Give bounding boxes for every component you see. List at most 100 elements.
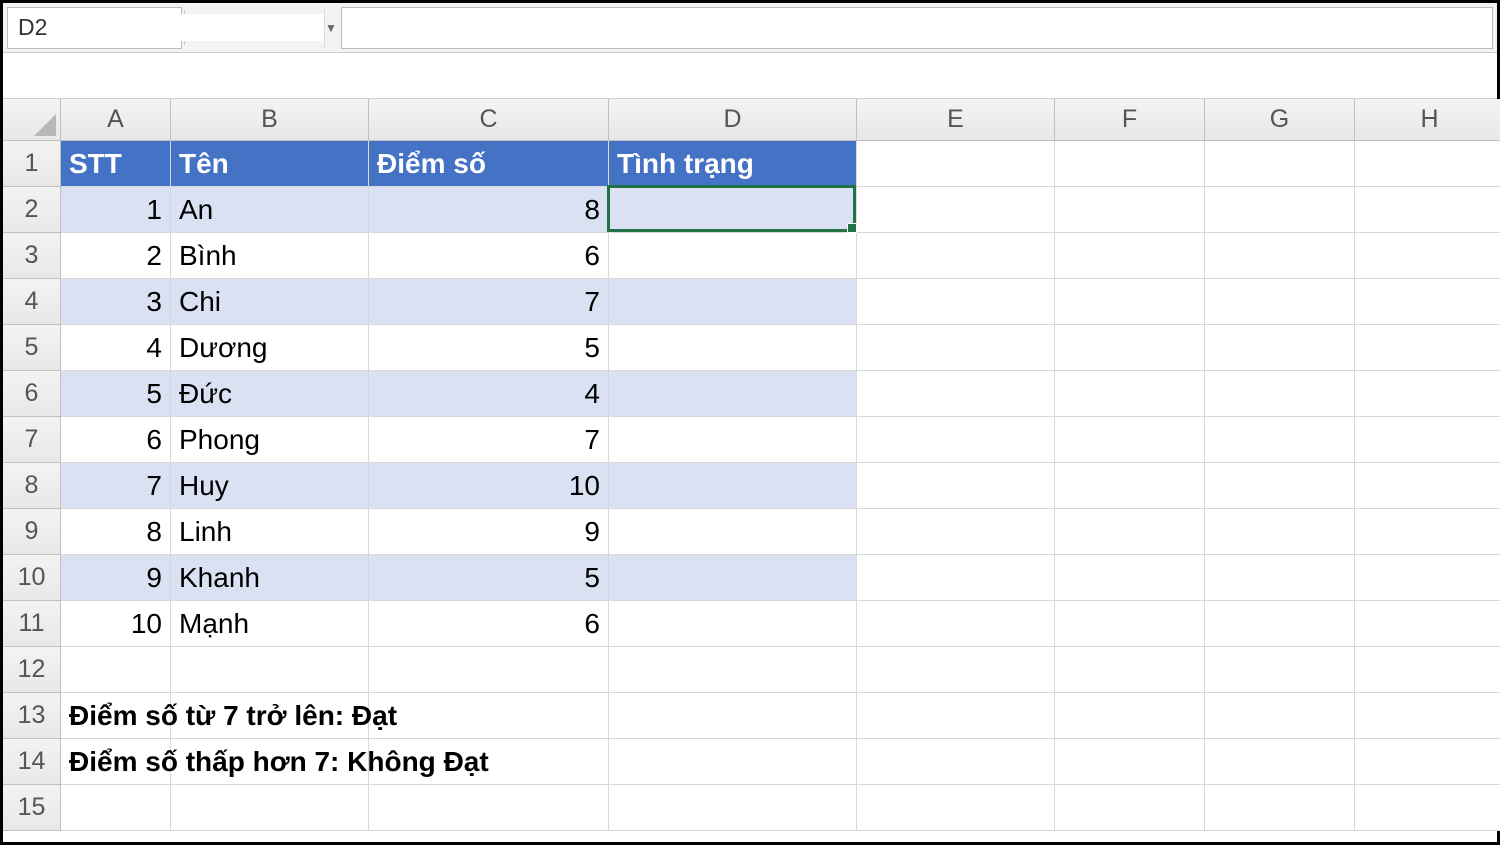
cell-D5[interactable] xyxy=(609,325,857,371)
name-box-wrap[interactable]: ▼ xyxy=(7,7,182,49)
cell-D12[interactable] xyxy=(609,647,857,693)
cell-E6[interactable] xyxy=(857,371,1055,417)
cell-A5[interactable]: 4 xyxy=(61,325,171,371)
cell-F6[interactable] xyxy=(1055,371,1205,417)
row-header-10[interactable]: 10 xyxy=(3,555,61,601)
cell-G2[interactable] xyxy=(1205,187,1355,233)
cell-G11[interactable] xyxy=(1205,601,1355,647)
cell-D13[interactable] xyxy=(609,693,857,739)
cell-B1[interactable]: Tên xyxy=(171,141,369,187)
cell-F10[interactable] xyxy=(1055,555,1205,601)
cell-A2[interactable]: 1 xyxy=(61,187,171,233)
cell-B4[interactable]: Chi xyxy=(171,279,369,325)
row-header-14[interactable]: 14 xyxy=(3,739,61,785)
row-header-13[interactable]: 13 xyxy=(3,693,61,739)
row-header-3[interactable]: 3 xyxy=(3,233,61,279)
cell-D4[interactable] xyxy=(609,279,857,325)
cell-F1[interactable] xyxy=(1055,141,1205,187)
cell-G15[interactable] xyxy=(1205,785,1355,831)
cell-E9[interactable] xyxy=(857,509,1055,555)
cell-B10[interactable]: Khanh xyxy=(171,555,369,601)
name-box-dropdown[interactable]: ▼ xyxy=(324,8,337,48)
cell-A13[interactable]: Điểm số từ 7 trở lên: Đạt xyxy=(61,693,171,739)
cell-A11[interactable]: 10 xyxy=(61,601,171,647)
cell-H4[interactable] xyxy=(1355,279,1500,325)
cell-H9[interactable] xyxy=(1355,509,1500,555)
column-header-D[interactable]: D xyxy=(609,99,857,141)
cell-D3[interactable] xyxy=(609,233,857,279)
cell-C8[interactable]: 10 xyxy=(369,463,609,509)
cell-E13[interactable] xyxy=(857,693,1055,739)
cell-C4[interactable]: 7 xyxy=(369,279,609,325)
cell-E2[interactable] xyxy=(857,187,1055,233)
cell-D7[interactable] xyxy=(609,417,857,463)
cell-E14[interactable] xyxy=(857,739,1055,785)
cell-E15[interactable] xyxy=(857,785,1055,831)
cell-D15[interactable] xyxy=(609,785,857,831)
cell-D10[interactable] xyxy=(609,555,857,601)
cell-B12[interactable] xyxy=(171,647,369,693)
cell-B15[interactable] xyxy=(171,785,369,831)
cell-A7[interactable]: 6 xyxy=(61,417,171,463)
cell-F12[interactable] xyxy=(1055,647,1205,693)
cell-C10[interactable]: 5 xyxy=(369,555,609,601)
cell-H5[interactable] xyxy=(1355,325,1500,371)
cell-B5[interactable]: Dương xyxy=(171,325,369,371)
row-header-9[interactable]: 9 xyxy=(3,509,61,555)
cell-G9[interactable] xyxy=(1205,509,1355,555)
cell-F5[interactable] xyxy=(1055,325,1205,371)
cell-F13[interactable] xyxy=(1055,693,1205,739)
cell-D14[interactable] xyxy=(609,739,857,785)
cell-A10[interactable]: 9 xyxy=(61,555,171,601)
cell-D6[interactable] xyxy=(609,371,857,417)
cell-F9[interactable] xyxy=(1055,509,1205,555)
column-header-F[interactable]: F xyxy=(1055,99,1205,141)
cell-A14[interactable]: Điểm số thấp hơn 7: Không Đạt xyxy=(61,739,171,785)
cell-F2[interactable] xyxy=(1055,187,1205,233)
cell-C15[interactable] xyxy=(369,785,609,831)
cell-E4[interactable] xyxy=(857,279,1055,325)
cell-F4[interactable] xyxy=(1055,279,1205,325)
cell-G13[interactable] xyxy=(1205,693,1355,739)
cell-A1[interactable]: STT xyxy=(61,141,171,187)
cell-G12[interactable] xyxy=(1205,647,1355,693)
cell-C6[interactable]: 4 xyxy=(369,371,609,417)
cell-G3[interactable] xyxy=(1205,233,1355,279)
row-header-1[interactable]: 1 xyxy=(3,141,61,187)
column-header-A[interactable]: A xyxy=(61,99,171,141)
cell-B7[interactable]: Phong xyxy=(171,417,369,463)
cell-B9[interactable]: Linh xyxy=(171,509,369,555)
cell-H13[interactable] xyxy=(1355,693,1500,739)
cell-E10[interactable] xyxy=(857,555,1055,601)
row-header-8[interactable]: 8 xyxy=(3,463,61,509)
name-box[interactable] xyxy=(8,14,324,41)
spreadsheet-grid[interactable]: ABCDEFGH1STTTênĐiểm sốTình trạng21An832B… xyxy=(3,99,1497,831)
cell-G6[interactable] xyxy=(1205,371,1355,417)
select-all-corner[interactable] xyxy=(3,99,61,141)
row-header-2[interactable]: 2 xyxy=(3,187,61,233)
cell-G8[interactable] xyxy=(1205,463,1355,509)
cell-F14[interactable] xyxy=(1055,739,1205,785)
cell-A8[interactable]: 7 xyxy=(61,463,171,509)
cell-D2[interactable] xyxy=(609,187,857,233)
cell-B8[interactable]: Huy xyxy=(171,463,369,509)
cell-G1[interactable] xyxy=(1205,141,1355,187)
cell-E12[interactable] xyxy=(857,647,1055,693)
column-header-G[interactable]: G xyxy=(1205,99,1355,141)
cell-G5[interactable] xyxy=(1205,325,1355,371)
cell-H8[interactable] xyxy=(1355,463,1500,509)
cell-H6[interactable] xyxy=(1355,371,1500,417)
cell-F3[interactable] xyxy=(1055,233,1205,279)
cell-H3[interactable] xyxy=(1355,233,1500,279)
cell-H15[interactable] xyxy=(1355,785,1500,831)
cell-B2[interactable]: An xyxy=(171,187,369,233)
cell-A9[interactable]: 8 xyxy=(61,509,171,555)
column-header-B[interactable]: B xyxy=(171,99,369,141)
cell-E3[interactable] xyxy=(857,233,1055,279)
cell-C2[interactable]: 8 xyxy=(369,187,609,233)
cell-E7[interactable] xyxy=(857,417,1055,463)
cell-H2[interactable] xyxy=(1355,187,1500,233)
cell-E11[interactable] xyxy=(857,601,1055,647)
cell-D11[interactable] xyxy=(609,601,857,647)
cell-C9[interactable]: 9 xyxy=(369,509,609,555)
